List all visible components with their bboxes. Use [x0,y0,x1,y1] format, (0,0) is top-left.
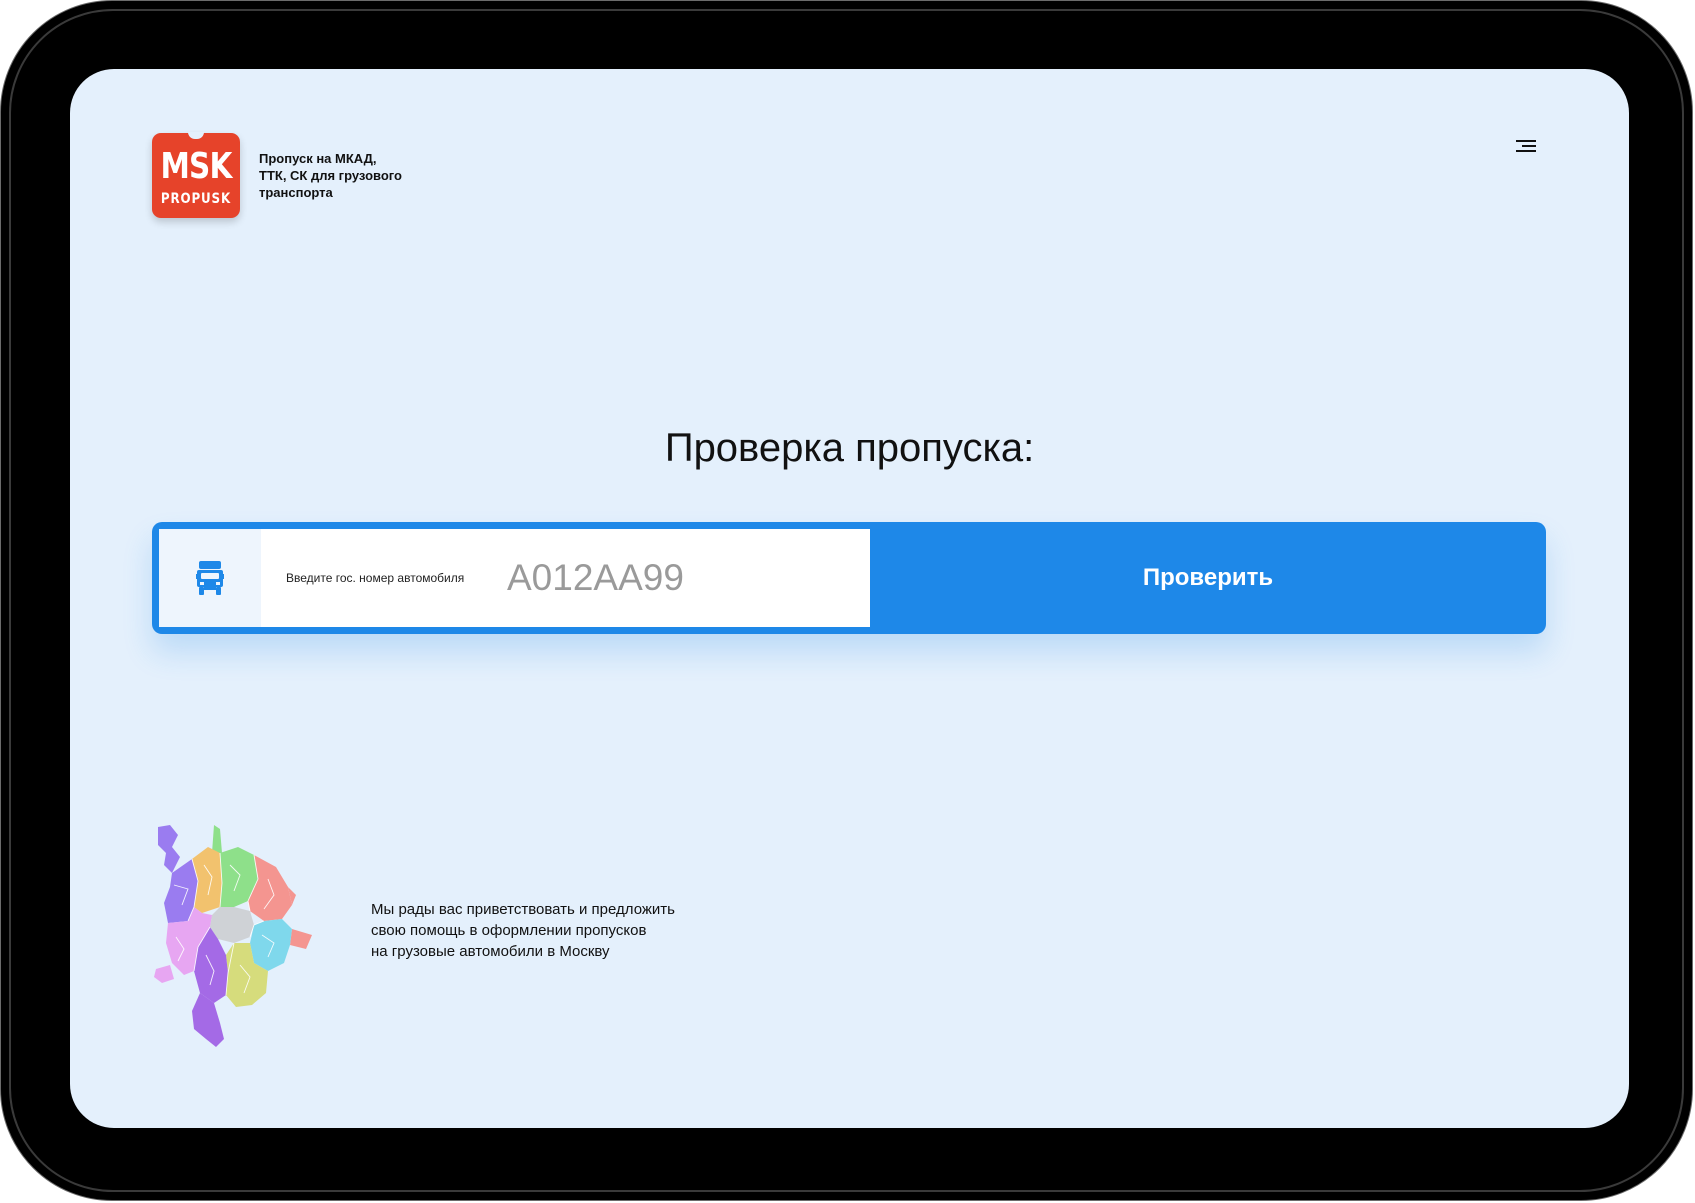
hamburger-menu-icon[interactable] [1514,136,1538,156]
welcome-line: Мы рады вас приветствовать и предложить [371,901,675,918]
logo-notch [188,132,204,139]
plate-number-input[interactable] [507,555,847,601]
pass-check-form: Введите гос. номер автомобиля Проверить [152,522,1546,634]
plate-field: Введите гос. номер автомобиля [159,529,870,627]
welcome-line: свою помощь в оформлении пропусков [371,922,647,939]
field-icon-box [159,529,261,627]
screen: MSK PROPUSK Пропуск на МКАД, ТТК, СК для… [70,69,1629,1128]
welcome-line: на грузовые автомобили в Москву [371,943,610,960]
logo-msk-text: MSK [160,146,232,187]
tablet-bezel: MSK PROPUSK Пропуск на МКАД, ТТК, СК для… [0,0,1693,1201]
truck-icon [196,561,224,595]
msk-propusk-logo[interactable]: MSK PROPUSK [152,132,240,218]
welcome-text: Мы рады вас приветствовать и предложить … [371,899,731,962]
tagline-line: ТТК, СК для грузового [259,168,402,183]
page-title: Проверка пропуска: [664,426,1035,470]
brand-tagline: Пропуск на МКАД, ТТК, СК для грузового т… [259,150,439,201]
moscow-districts-map [154,825,312,1047]
plate-field-label: Введите гос. номер автомобиля [286,571,465,585]
check-button[interactable]: Проверить [870,522,1546,634]
tagline-line: транспорта [259,185,333,200]
tagline-line: Пропуск на МКАД, [259,151,377,166]
logo-propusk-text: PROPUSK [160,191,232,207]
